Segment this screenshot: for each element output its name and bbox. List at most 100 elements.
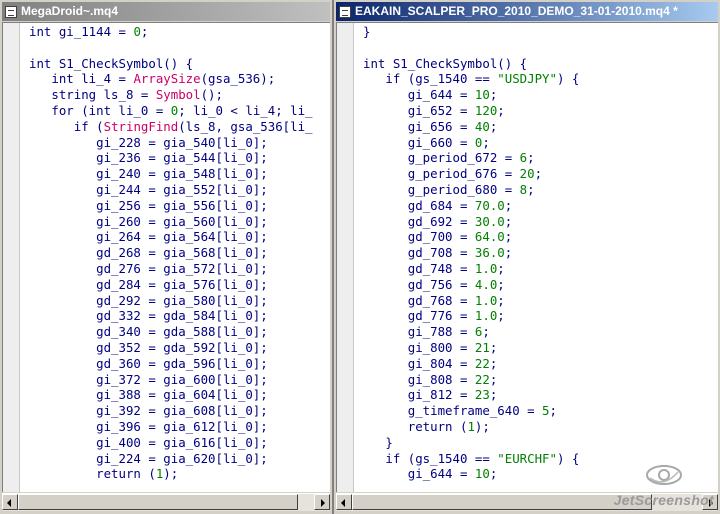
code-number: 36.0 <box>474 245 505 261</box>
code-text: gi_400 = gia_616[li_0]; <box>29 434 268 450</box>
code-text: ; <box>489 339 498 355</box>
code-line: gi_396 = gia_612[li_0]; <box>29 419 330 435</box>
code-text: gd_292 = gia_580[li_0]; <box>29 292 268 308</box>
code-text: return ( <box>29 466 156 482</box>
right-title-bar[interactable]: EAKAIN_SCALPER_PRO_2010_DEMO_31-01-2010.… <box>336 2 718 21</box>
left-scroll-thumb[interactable] <box>18 494 298 510</box>
left-title-bar[interactable]: MegaDroid~.mq4 <box>2 2 330 21</box>
code-number: 22 <box>474 371 490 387</box>
code-text: if (gs_1540 == <box>363 450 498 466</box>
scroll-left-arrow-icon[interactable] <box>336 494 352 510</box>
code-line: g_period_676 = 20; <box>363 166 718 182</box>
code-text: g_timeframe_640 = <box>363 403 543 419</box>
left-editor-window: MegaDroid~.mq4 int gi_1144 = 0; int S1_C… <box>0 0 332 514</box>
code-text: ; <box>497 276 505 292</box>
code-line: g_period_680 = 8; <box>363 182 718 198</box>
scroll-right-arrow-icon[interactable] <box>314 494 330 510</box>
code-line: gd_284 = gia_576[li_0]; <box>29 277 330 293</box>
code-line: gd_776 = 1.0; <box>363 308 718 324</box>
code-number: 8 <box>519 181 528 197</box>
code-text: for (int li_0 = <box>29 102 171 118</box>
code-text: (ls_8, gsa_536[li_ <box>178 118 313 134</box>
left-code-area[interactable]: int gi_1144 = 0; int S1_CheckSymbol() { … <box>29 24 330 482</box>
code-text: gd_768 = <box>363 292 475 308</box>
code-text: ; <box>504 245 513 261</box>
code-text: gi_224 = gia_620[li_0]; <box>29 450 268 466</box>
code-number: 1 <box>467 418 475 434</box>
code-number: 40 <box>474 118 490 134</box>
code-line: gi_808 = 22; <box>363 372 718 388</box>
code-number: 21 <box>474 339 490 355</box>
right-window-title: EAKAIN_SCALPER_PRO_2010_DEMO_31-01-2010.… <box>355 4 678 18</box>
code-text: gd_276 = gia_572[li_0]; <box>29 260 268 276</box>
code-text: if (gs_1540 == <box>363 71 498 87</box>
code-number: 10 <box>474 466 490 482</box>
code-line: if (gs_1540 == "USDJPY") { <box>363 71 718 87</box>
code-text: ; <box>497 292 505 308</box>
code-line: int li_4 = ArraySize(gsa_536); <box>29 71 330 87</box>
code-line: gi_388 = gia_604[li_0]; <box>29 387 330 403</box>
right-code-editor[interactable]: } int S1_CheckSymbol() { if (gs_1540 == … <box>336 22 718 492</box>
code-number: 10 <box>474 87 490 103</box>
code-text: gi_228 = gia_540[li_0]; <box>29 134 268 150</box>
code-text: ; <box>504 197 513 213</box>
code-text: ; <box>497 260 505 276</box>
code-line: gi_240 = gia_548[li_0]; <box>29 166 330 182</box>
code-number: 120 <box>474 102 498 118</box>
code-line: gi_400 = gia_616[li_0]; <box>29 435 330 451</box>
left-gutter <box>3 23 20 492</box>
left-code-editor[interactable]: int gi_1144 = 0; int S1_CheckSymbol() { … <box>2 22 330 492</box>
code-number: 5 <box>542 403 550 419</box>
code-line: int S1_CheckSymbol() { <box>363 56 718 72</box>
code-text: gd_748 = <box>363 260 475 276</box>
code-number: 1.0 <box>474 308 498 324</box>
code-line: gi_228 = gia_540[li_0]; <box>29 135 330 151</box>
code-line: gi_260 = gia_560[li_0]; <box>29 214 330 230</box>
code-text: ; <box>140 24 149 39</box>
code-text: gd_756 = <box>363 276 475 292</box>
code-line: gi_804 = 22; <box>363 356 718 372</box>
code-text: ; <box>482 324 490 340</box>
code-text: gd_268 = gia_568[li_0]; <box>29 245 268 261</box>
code-line: gd_352 = gda_592[li_0]; <box>29 340 330 356</box>
left-window-title: MegaDroid~.mq4 <box>21 4 119 18</box>
code-text: ; <box>497 308 505 324</box>
code-line: gi_800 = 21; <box>363 340 718 356</box>
code-text: ; <box>489 118 498 134</box>
code-text: } <box>363 24 371 39</box>
code-line: gi_244 = gia_552[li_0]; <box>29 182 330 198</box>
right-gutter <box>337 23 354 492</box>
code-line: gd_360 = gda_596[li_0]; <box>29 356 330 372</box>
code-line: g_period_672 = 6; <box>363 150 718 166</box>
code-text: (); <box>200 87 223 103</box>
file-icon <box>5 5 17 18</box>
code-text: gd_332 = gda_584[li_0]; <box>29 308 268 324</box>
code-line: g_timeframe_640 = 5; <box>363 403 718 419</box>
right-code-area[interactable]: } int S1_CheckSymbol() { if (gs_1540 == … <box>363 24 718 482</box>
code-text: gi_644 = <box>363 87 475 103</box>
code-number: 1.0 <box>474 292 498 308</box>
code-number: 23 <box>474 387 490 403</box>
code-line: gi_812 = 23; <box>363 387 718 403</box>
code-text: ); <box>474 418 490 434</box>
code-line: gd_708 = 36.0; <box>363 245 718 261</box>
left-horizontal-scrollbar[interactable] <box>2 493 330 511</box>
code-text: gd_692 = <box>363 213 475 229</box>
code-text: gi_808 = <box>363 371 475 387</box>
code-number: 1.0 <box>474 260 498 276</box>
watermark: JetScreenshot <box>604 464 714 508</box>
code-line: gd_292 = gia_580[li_0]; <box>29 293 330 309</box>
code-text: ; <box>489 466 498 482</box>
file-icon <box>339 5 351 18</box>
code-line: gd_748 = 1.0; <box>363 261 718 277</box>
code-text: gd_700 = <box>363 229 475 245</box>
code-text: int S1_CheckSymbol() { <box>363 55 528 71</box>
code-line: return (1); <box>363 419 718 435</box>
code-line: gi_788 = 6; <box>363 324 718 340</box>
scroll-left-arrow-icon[interactable] <box>2 494 18 510</box>
code-text: gi_656 = <box>363 118 475 134</box>
code-text: g_period_672 = <box>363 150 520 166</box>
code-text: gi_652 = <box>363 102 475 118</box>
code-text: ; <box>527 150 535 166</box>
